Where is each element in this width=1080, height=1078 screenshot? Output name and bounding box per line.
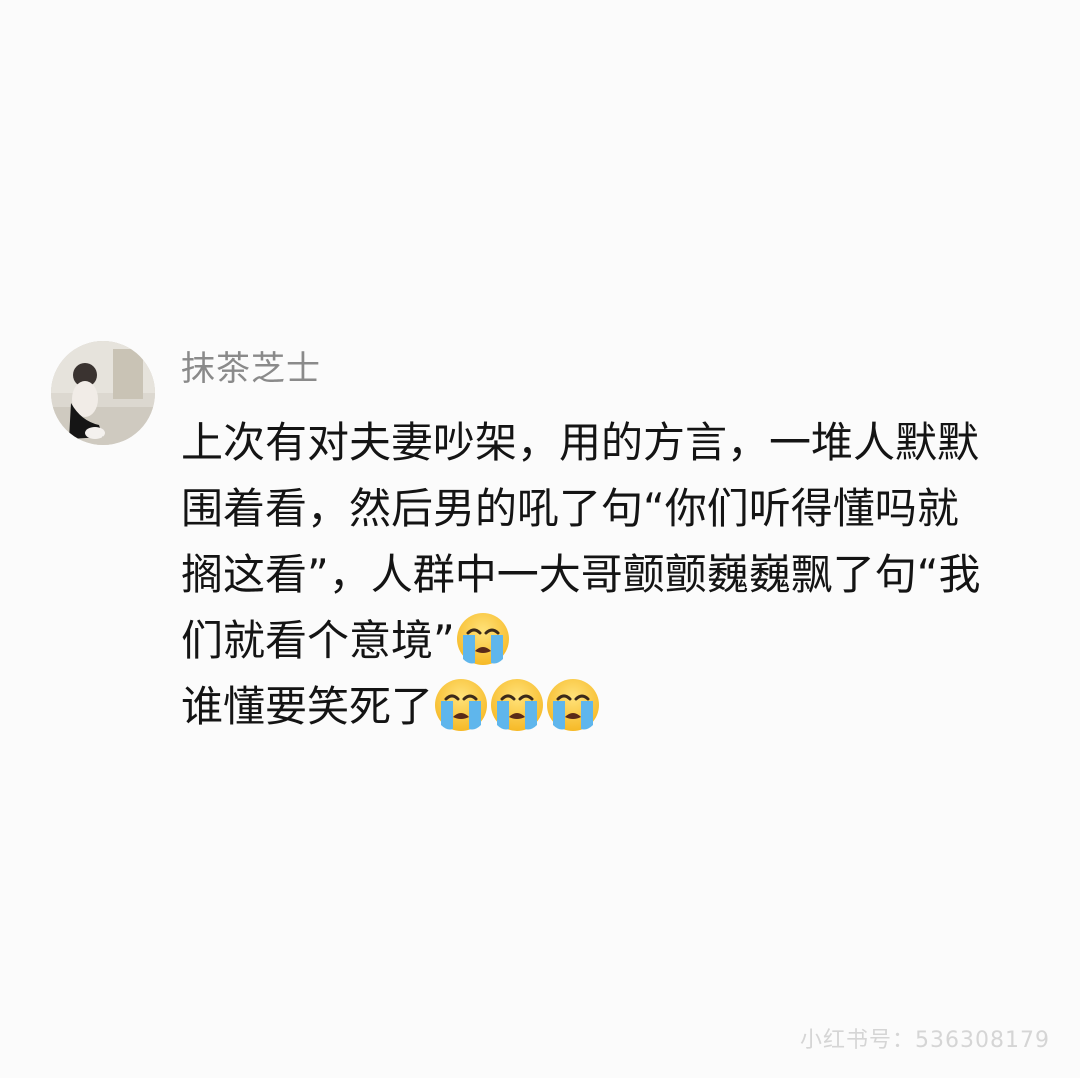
comment-text: 们就看个意境” — [181, 616, 455, 665]
comment-text: 谁懂要笑死了 — [181, 682, 434, 731]
comment-text: 上次有对夫妻吵架，用的方言，一堆人默默 — [181, 418, 980, 467]
loudly-crying-face-icon — [455, 611, 511, 667]
comment-line-5: 谁懂要笑死了 — [181, 674, 1041, 740]
avatar-photo — [51, 341, 155, 445]
comment-body: 上次有对夫妻吵架，用的方言，一堆人默默 围着看，然后男的吼了句“你们听得懂吗就 … — [181, 410, 1041, 740]
loudly-crying-face-icon — [489, 677, 545, 733]
comment-line-2: 围着看，然后男的吼了句“你们听得懂吗就 — [181, 476, 1041, 542]
comment-line-3: 搁这看”，人群中一大哥颤颤巍巍飘了句“我 — [181, 542, 1041, 608]
loudly-crying-face-icon — [433, 677, 489, 733]
avatar[interactable] — [51, 341, 155, 445]
comment-text: 围着看，然后男的吼了句“你们听得懂吗就 — [181, 484, 959, 533]
comment-text: 搁这看”，人群中一大哥颤颤巍巍飘了句“我 — [181, 550, 981, 599]
username[interactable]: 抹茶芝士 — [181, 348, 321, 390]
post-screenshot: 抹茶芝士 上次有对夫妻吵架，用的方言，一堆人默默 围着看，然后男的吼了句“你们听… — [0, 0, 1080, 1078]
loudly-crying-face-icon — [545, 677, 601, 733]
comment-line-1: 上次有对夫妻吵架，用的方言，一堆人默默 — [181, 410, 1041, 476]
comment-line-4: 们就看个意境” — [181, 608, 1041, 674]
watermark: 小红书号：536308179 — [800, 1028, 1050, 1053]
